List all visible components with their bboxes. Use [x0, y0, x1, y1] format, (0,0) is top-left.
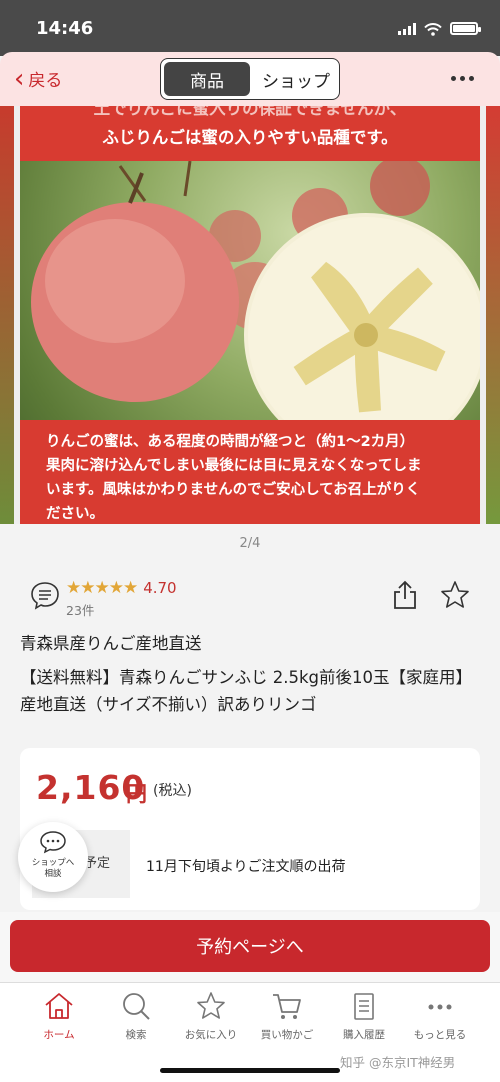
shipping-value: 11月下旬頃よりご注文順の出荷 [146, 859, 346, 875]
shop-consult-button[interactable]: ショップへ 相談 [18, 822, 88, 892]
product-title: 【送料無料】青森りんごサンふじ 2.5kg前後10玉【家庭用】産地直送（サイズ不… [20, 668, 473, 714]
favorite-star-icon[interactable] [440, 580, 470, 614]
tab-history[interactable]: 購入履歴 [324, 991, 404, 1042]
tab-label: 検索 [125, 1029, 147, 1041]
chevron-left-icon: ‹ [14, 63, 25, 94]
more-icon [428, 1004, 452, 1010]
nav-bar: ‹ 戻る 商品 ショップ [0, 52, 500, 106]
review-count[interactable]: 23件 [66, 600, 94, 619]
tab-search[interactable]: 検索 [96, 991, 176, 1042]
price-currency: 円 [126, 782, 147, 806]
caption-line: りんごの蜜は、ある程度の時間が経つと（約1～2カ月） [46, 434, 415, 450]
caption-line: います。風味はかわりませんのでご安心してお召上がりく [46, 482, 421, 498]
star-rating-icon: ★★★★★ [66, 578, 138, 598]
status-bar: 14:46 [0, 0, 500, 56]
reserve-page-button[interactable]: 予約ページへ [10, 920, 490, 972]
review-bubble-icon[interactable] [30, 580, 60, 614]
rating-stars: ★★★★★ 4.70 [66, 578, 177, 598]
tab-more[interactable]: もっと見る [400, 991, 480, 1042]
more-menu-icon[interactable] [451, 76, 474, 81]
slide-caption-top: 土でりんごに蜜入りの保証できませんが、 ふじりんごは蜜の入りやすい品種です。 [20, 106, 480, 161]
home-icon [45, 993, 73, 1019]
caption-line: ださい。 [46, 506, 104, 522]
tab-favorites[interactable]: お気に入り [171, 991, 251, 1042]
caption-top-main: ふじりんごは蜜の入りやすい品種です。 [102, 128, 398, 147]
image-carousel[interactable]: 土でりんごに蜜入りの保証できませんが、 ふじりんごは蜜の入りやすい品種です。 り… [0, 106, 500, 524]
tab-label: お気に入り [184, 1029, 238, 1041]
cta-bar: 予約ページへ [0, 912, 500, 982]
segment-control: 商品 ショップ [160, 58, 340, 100]
watermark-text: 知乎 @东京IT神经男 [340, 1055, 456, 1070]
prev-slide-peek [0, 106, 14, 524]
star-icon [197, 992, 225, 1019]
consult-label-2: 相談 [44, 869, 62, 879]
signal-icon [398, 22, 416, 35]
carousel-page-indicator: 2/4 [239, 536, 261, 551]
caption-top-faded: 土でりんごに蜜入りの保証できませんが、 [93, 106, 407, 118]
battery-icon [450, 22, 481, 35]
next-slide-peek [486, 106, 500, 524]
chat-bubble-icon [40, 831, 66, 854]
consult-label-1: ショップへ [31, 858, 75, 868]
caption-line: 果肉に溶け込んでしまい最後には目に見えなくなってしま [46, 458, 422, 474]
tab-cart[interactable]: 買い物かご [247, 991, 327, 1042]
cart-icon [273, 994, 301, 1019]
tax-label: (税込) [153, 783, 192, 799]
rating-value: 4.70 [143, 579, 177, 597]
tab-product[interactable]: 商品 [164, 62, 250, 96]
tab-label: ホーム [43, 1029, 75, 1041]
carousel-slide: 土でりんごに蜜入りの保証できませんが、 ふじりんごは蜜の入りやすい品種です。 り… [20, 106, 480, 524]
share-icon[interactable] [392, 580, 418, 614]
receipt-icon [354, 993, 374, 1020]
price-card: 2,160 円 (税込) 予定 11月下旬頃よりご注文順の出荷 [20, 748, 480, 910]
shop-name-link[interactable]: 青森県産りんご産地直送 [20, 630, 202, 654]
tab-home[interactable]: ホーム [19, 991, 99, 1042]
tab-label: 買い物かご [260, 1029, 314, 1041]
back-button[interactable]: ‹ 戻る [14, 63, 63, 94]
tab-label: 購入履歴 [343, 1029, 385, 1041]
tab-shop[interactable]: ショップ [253, 59, 339, 99]
search-icon [123, 993, 150, 1020]
slide-caption-bottom: りんごの蜜は、ある程度の時間が経つと（約1～2カ月） 果肉に溶け込んでしまい最後… [20, 420, 480, 524]
tab-label: もっと見る [413, 1029, 467, 1041]
status-icons [398, 22, 481, 36]
back-label: 戻る [28, 71, 63, 91]
wifi-icon [424, 22, 442, 36]
home-indicator[interactable] [160, 1068, 340, 1073]
status-time: 14:46 [36, 18, 94, 39]
